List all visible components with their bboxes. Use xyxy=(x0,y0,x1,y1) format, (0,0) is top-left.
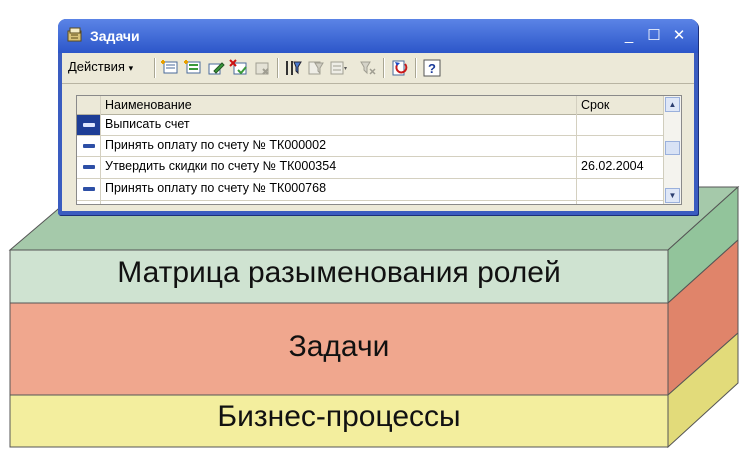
task-icon xyxy=(83,187,95,191)
scroll-down-icon[interactable]: ▼ xyxy=(665,188,680,203)
document-folder-icon xyxy=(67,27,82,42)
processes-layer-label: Бизнес-процессы xyxy=(217,400,461,433)
toolbar-separator xyxy=(277,58,279,78)
roles-layer-label: Матрица разыменования ролей xyxy=(117,256,561,289)
clear-filter-icon[interactable] xyxy=(358,59,378,77)
help-icon[interactable]: ? xyxy=(422,59,442,77)
maximize-button[interactable]: ☐ xyxy=(644,27,664,45)
task-name: Выписать счет xyxy=(105,117,190,131)
title-bar[interactable]: Задачи _ ☐ ✕ xyxy=(58,19,698,53)
grid-divider xyxy=(77,200,663,201)
svg-text:?: ? xyxy=(428,61,436,76)
add-icon[interactable] xyxy=(160,59,180,77)
minimize-button[interactable]: _ xyxy=(619,27,639,45)
dropdown-arrow-icon: ▾ xyxy=(128,63,134,73)
column-header-due[interactable]: Срок xyxy=(581,98,609,112)
table-row[interactable]: Утвердить скидки по счету № ТК000354 26.… xyxy=(77,157,663,177)
refresh-icon[interactable] xyxy=(390,59,410,77)
toolbar-separator xyxy=(383,58,385,78)
actions-menu[interactable]: Действия ▾ xyxy=(68,59,133,74)
table-row[interactable]: Принять оплату по счету № ТК000002 xyxy=(77,136,663,156)
task-icon xyxy=(83,144,95,148)
edit-icon[interactable] xyxy=(206,59,226,77)
task-icon xyxy=(83,165,95,169)
task-icon xyxy=(83,123,95,127)
tasks-table: Наименование Срок Выписать счет Принять … xyxy=(76,95,682,205)
add-group-icon[interactable] xyxy=(183,59,203,77)
vertical-scrollbar[interactable]: ▲ ▼ xyxy=(663,96,681,204)
toolbar: Действия ▾ ? xyxy=(62,53,694,84)
task-name: Принять оплату по счету № ТК000768 xyxy=(105,181,327,195)
task-name: Принять оплату по счету № ТК000002 xyxy=(105,138,327,152)
task-due: 26.02.2004 xyxy=(581,159,644,173)
toolbar-separator xyxy=(415,58,417,78)
window-title: Задачи xyxy=(90,28,140,44)
tasks-window: Задачи _ ☐ ✕ Действия ▾ ? Наименование С… xyxy=(58,19,698,215)
window-content: Действия ▾ ? Наименование Срок Выписать … xyxy=(62,53,694,211)
close-button[interactable]: ✕ xyxy=(669,27,689,45)
table-row[interactable]: Принять оплату по счету № ТК000768 xyxy=(77,179,663,199)
toolbar-separator xyxy=(154,58,156,78)
sort-icon[interactable] xyxy=(329,59,349,77)
task-name: Утвердить скидки по счету № ТК000354 xyxy=(105,159,337,173)
actions-menu-label: Действия xyxy=(68,59,125,74)
scroll-up-icon[interactable]: ▲ xyxy=(665,97,680,112)
filter-settings-icon[interactable] xyxy=(306,59,326,77)
table-row[interactable]: Выписать счет xyxy=(77,115,663,135)
delete-icon[interactable] xyxy=(252,59,272,77)
delete-mark-icon[interactable] xyxy=(229,59,249,77)
tasks-layer-label: Задачи xyxy=(288,330,390,363)
column-header-name[interactable]: Наименование xyxy=(105,98,192,112)
scroll-thumb[interactable] xyxy=(665,141,680,155)
filter-icon[interactable] xyxy=(283,59,303,77)
